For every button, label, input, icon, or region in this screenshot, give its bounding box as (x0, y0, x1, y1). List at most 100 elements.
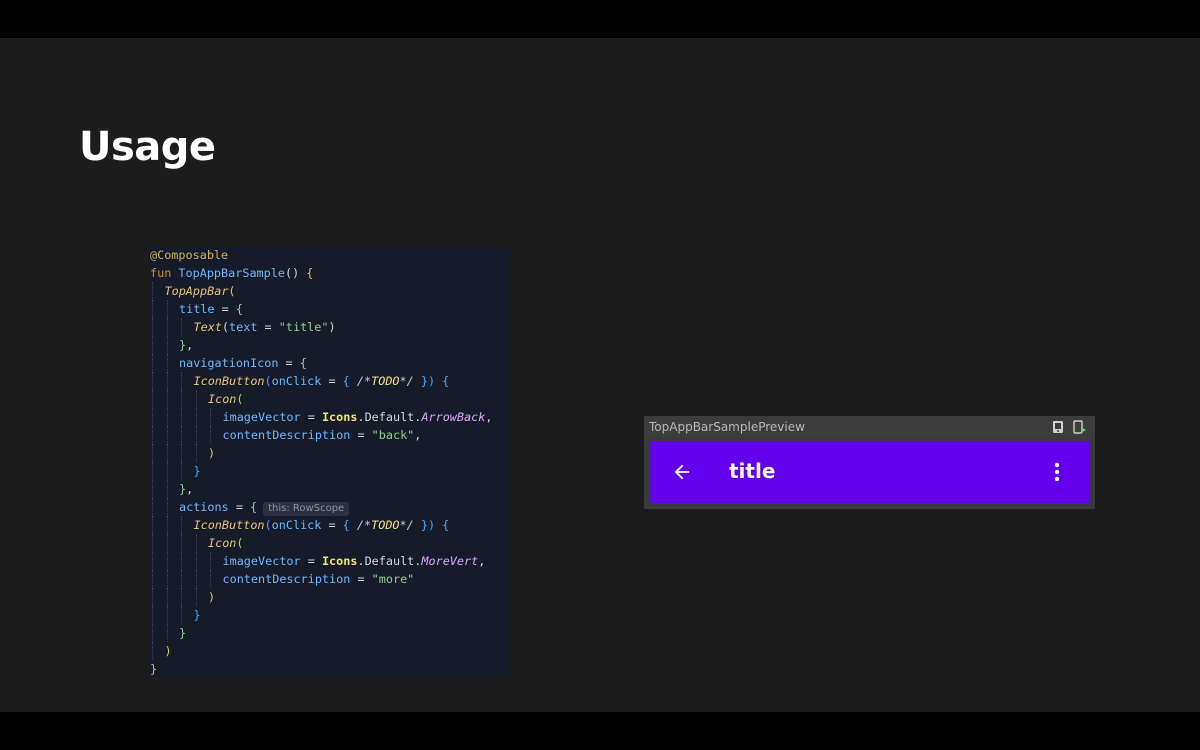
code-token: ArrowBack (421, 410, 486, 424)
more-vert-icon[interactable] (1052, 461, 1062, 483)
code-content: IconButton(onClick = { /*TODO*/ }) { (194, 374, 450, 388)
indent-guide (166, 336, 168, 354)
code-token: ) (164, 644, 172, 658)
code-token: { (442, 374, 450, 388)
code-token: IconButton (193, 374, 265, 388)
arrow-back-icon[interactable] (671, 461, 693, 483)
code-token: } (420, 374, 428, 388)
code-token: = (257, 320, 279, 334)
indent-guide (152, 498, 153, 516)
indent-guide (181, 606, 182, 624)
code-line: IconButton(onClick = { /*TODO*/ }) { (150, 372, 449, 390)
indent-guide (195, 570, 197, 588)
code-token: ( (264, 518, 272, 532)
inlay-hint: this: RowScope (263, 502, 350, 516)
code-token: */ (399, 518, 421, 532)
indent-guide (166, 606, 168, 624)
code-token: fun (150, 266, 179, 280)
indent-guide (166, 624, 168, 642)
code-content: fun TopAppBarSample() { (150, 266, 313, 280)
indent-guide (195, 444, 197, 462)
code-token: */ (399, 374, 421, 388)
code-token: } (179, 626, 187, 640)
code-token: imageVector (222, 554, 301, 568)
code-token: .Default. (357, 410, 422, 424)
code-token: { (299, 356, 307, 370)
code-line: ) (150, 444, 215, 462)
code-token: @Composable (150, 248, 229, 262)
code-line: ) (150, 642, 172, 660)
indent-guide (166, 516, 168, 534)
code-token: ) (427, 518, 443, 532)
indent-guide (166, 318, 168, 336)
code-token: { (342, 374, 357, 388)
code-token: { (442, 518, 450, 532)
code-content: IconButton(onClick = { /*TODO*/ }) { (194, 518, 450, 532)
indent-guide (166, 372, 168, 390)
code-line: }, (150, 336, 193, 354)
code-editor: @Composable fun TopAppBarSample() {TopApp… (150, 246, 510, 678)
code-content: actions = {this: RowScope (179, 500, 350, 516)
indent-guide (181, 588, 182, 606)
code-line: } (150, 660, 157, 678)
code-token: = (228, 500, 251, 514)
code-line: @Composable (150, 246, 228, 264)
code-token: text (229, 320, 258, 334)
slide: Usage @Composable fun TopAppBarSample() {… (0, 38, 1200, 712)
code-line: IconButton(onClick = { /*TODO*/ }) { (150, 516, 449, 534)
code-token: ) (328, 320, 336, 334)
interactive-preview-icon[interactable] (1072, 420, 1086, 434)
indent-guide (152, 534, 153, 552)
indent-guide (181, 390, 182, 408)
code-line: contentDescription = "back", (150, 426, 421, 444)
code-token: } (420, 518, 428, 532)
code-line: contentDescription = "more" (150, 570, 414, 588)
code-token: Icons (321, 554, 358, 568)
code-line: TopAppBar( (150, 282, 236, 300)
code-line: Icon( (150, 390, 244, 408)
indent-guide (152, 354, 153, 372)
code-token: "back" (371, 428, 415, 442)
indent-guide (181, 516, 182, 534)
code-token: } (193, 608, 201, 622)
code-content: @Composable (150, 248, 228, 262)
code-token: ) (208, 446, 216, 460)
code-line: actions = {this: RowScope (150, 498, 350, 516)
code-line: imageVector = Icons.Default.MoreVert, (150, 552, 485, 570)
code-token: Text (193, 320, 222, 334)
code-token: , (414, 428, 422, 442)
code-line: Text(text = "title") (150, 318, 336, 336)
indent-guide (152, 606, 153, 624)
indent-guide (152, 444, 153, 462)
indent-guide (181, 570, 182, 588)
code-content: Icon( (208, 536, 244, 550)
code-token: , (485, 410, 493, 424)
indent-guide (195, 408, 197, 426)
app-bar-title: title (729, 459, 776, 483)
indent-guide (152, 552, 153, 570)
code-token: .Default. (357, 554, 422, 568)
code-content: title = { (179, 302, 243, 316)
indent-guide (152, 390, 153, 408)
letterbox-bottom (0, 712, 1200, 750)
code-line: } (150, 462, 201, 480)
indent-guide (152, 300, 153, 318)
indent-guide (152, 642, 153, 660)
indent-guide (166, 390, 168, 408)
code-content: } (150, 662, 157, 676)
code-token: = (278, 356, 300, 370)
indent-guide (210, 426, 211, 444)
deploy-preview-icon[interactable] (1051, 420, 1065, 434)
code-token: ( (264, 374, 272, 388)
code-token: onClick (271, 374, 322, 388)
code-token: , (186, 482, 194, 496)
code-token: TopAppBarSample (178, 266, 285, 280)
code-line: navigationIcon = { (150, 354, 307, 372)
indent-guide (181, 444, 182, 462)
code-token: contentDescription (222, 572, 351, 586)
code-line: imageVector = Icons.Default.ArrowBack, (150, 408, 492, 426)
code-content: ) (208, 590, 215, 604)
code-content: contentDescription = "back", (223, 428, 422, 442)
code-token: = (321, 518, 343, 532)
code-content: Text(text = "title") (194, 320, 336, 334)
